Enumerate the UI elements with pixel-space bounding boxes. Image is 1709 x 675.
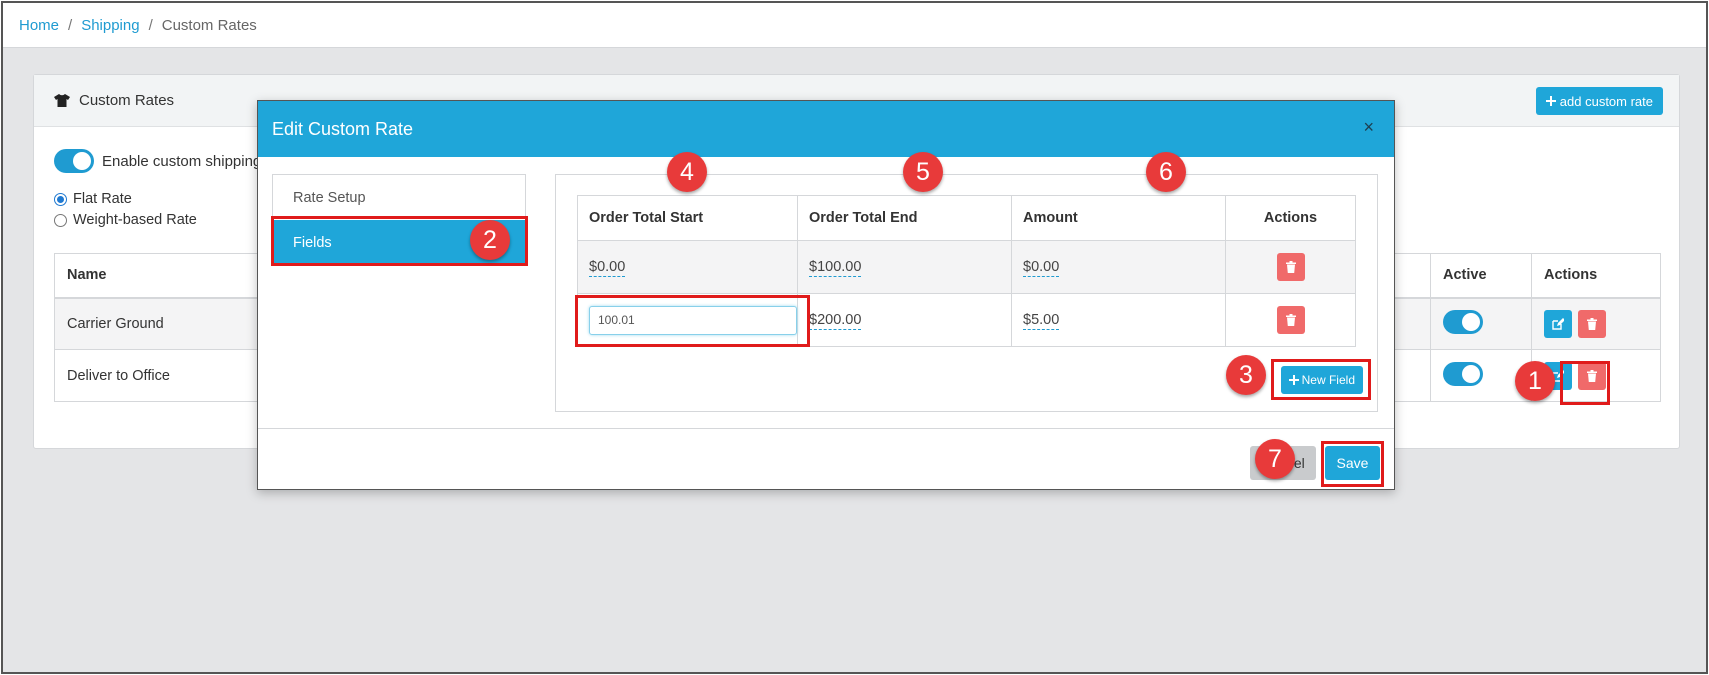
- tab-rate-setup[interactable]: Rate Setup: [273, 175, 525, 220]
- close-icon[interactable]: ×: [1363, 117, 1374, 138]
- new-field-button[interactable]: New Field: [1280, 366, 1363, 394]
- shirt-icon: [54, 94, 70, 107]
- breadcrumb-shipping[interactable]: Shipping: [81, 17, 139, 34]
- breadcrumb-current: Custom Rates: [161, 16, 257, 34]
- edit-custom-rate-modal: Edit Custom Rate × Rate Setup Fields Ord…: [257, 100, 1395, 490]
- plus-icon: [1288, 375, 1299, 385]
- order-total-start-value[interactable]: $0.00: [589, 259, 626, 277]
- order-total-start-cell: $0.00: [577, 240, 798, 294]
- column-header-amount: Amount: [1011, 195, 1226, 241]
- order-total-end-value[interactable]: $200.00: [809, 312, 862, 330]
- column-header-actions: Actions: [1225, 195, 1356, 241]
- delete-button[interactable]: [1578, 309, 1606, 338]
- annotation-badge: 4: [667, 152, 707, 192]
- add-custom-rate-button[interactable]: add custom rate: [1535, 87, 1663, 115]
- enable-custom-shipping-label: Enable custom shipping r: [102, 152, 271, 170]
- row-actions: [1225, 240, 1356, 294]
- order-total-start-input[interactable]: [589, 305, 797, 335]
- order-total-end-cell: $200.00: [797, 293, 1012, 347]
- radio-flat-rate-label: Flat Rate: [73, 191, 132, 207]
- radio-weight-rate-label: Weight-based Rate: [73, 212, 197, 228]
- fields-header-row: Order Total Start Order Total End Amount…: [577, 195, 1356, 241]
- order-total-end-value[interactable]: $100.00: [809, 259, 862, 277]
- add-custom-rate-label: add custom rate: [1559, 93, 1653, 109]
- card-title: Custom Rates: [79, 92, 175, 109]
- table-row: $0.00 $100.00 $0.00: [577, 240, 1356, 294]
- column-header-order-total-start: Order Total Start: [577, 195, 798, 241]
- fields-table: Order Total Start Order Total End Amount…: [577, 195, 1356, 347]
- active-toggle[interactable]: [1443, 361, 1483, 386]
- save-button[interactable]: Save: [1325, 446, 1380, 480]
- annotation-badge: 1: [1515, 361, 1555, 401]
- radio-flat-rate-row: Flat Rate: [54, 191, 132, 207]
- delete-button[interactable]: [1276, 306, 1305, 334]
- enable-custom-shipping-toggle[interactable]: [54, 149, 94, 173]
- table-row: $200.00 $5.00: [577, 293, 1356, 347]
- new-field-label: New Field: [1301, 373, 1355, 387]
- order-total-start-cell: [577, 293, 798, 347]
- annotation-badge: 3: [1226, 355, 1266, 395]
- modal-title: Edit Custom Rate: [272, 118, 414, 139]
- radio-weight-rate-row: Weight-based Rate: [54, 212, 197, 228]
- breadcrumb-home[interactable]: Home: [19, 17, 59, 34]
- row-actions: [1225, 293, 1356, 347]
- trash-icon: [1285, 261, 1296, 273]
- trash-icon: [1587, 369, 1597, 382]
- modal-footer-divider: [258, 428, 1394, 429]
- breadcrumb-separator: /: [68, 16, 73, 34]
- column-header-actions: Actions: [1531, 253, 1661, 299]
- delete-button[interactable]: [1276, 253, 1305, 281]
- breadcrumb: Home / Shipping / Custom Rates: [3, 3, 1706, 48]
- modal-header: Edit Custom Rate ×: [258, 101, 1394, 157]
- breadcrumb-separator: /: [148, 16, 153, 34]
- column-header-order-total-end: Order Total End: [797, 195, 1012, 241]
- delete-button[interactable]: [1578, 361, 1606, 390]
- column-header-active: Active: [1430, 253, 1532, 299]
- annotation-badge: 7: [1255, 439, 1295, 479]
- edit-icon: [1552, 317, 1564, 330]
- active-toggle[interactable]: [1443, 309, 1483, 334]
- row-actions: [1531, 297, 1661, 350]
- annotation-badge: 6: [1146, 152, 1186, 192]
- amount-cell: $0.00: [1011, 240, 1226, 294]
- annotation-badge: 5: [903, 152, 943, 192]
- app-frame: Home / Shipping / Custom Rates Custom Ra…: [1, 1, 1708, 674]
- order-total-end-cell: $100.00: [797, 240, 1012, 294]
- plus-icon: [1545, 96, 1556, 106]
- edit-button[interactable]: [1544, 309, 1572, 338]
- trash-icon: [1285, 314, 1296, 326]
- amount-cell: $5.00: [1011, 293, 1226, 347]
- radio-weight-rate[interactable]: [54, 213, 67, 227]
- amount-value[interactable]: $0.00: [1023, 259, 1060, 277]
- annotation-badge: 2: [470, 220, 510, 260]
- enable-custom-shipping: Enable custom shipping r: [54, 149, 270, 173]
- trash-icon: [1587, 317, 1597, 330]
- radio-flat-rate[interactable]: [54, 192, 67, 206]
- amount-value[interactable]: $5.00: [1023, 312, 1060, 330]
- row-active-cell: [1430, 297, 1532, 350]
